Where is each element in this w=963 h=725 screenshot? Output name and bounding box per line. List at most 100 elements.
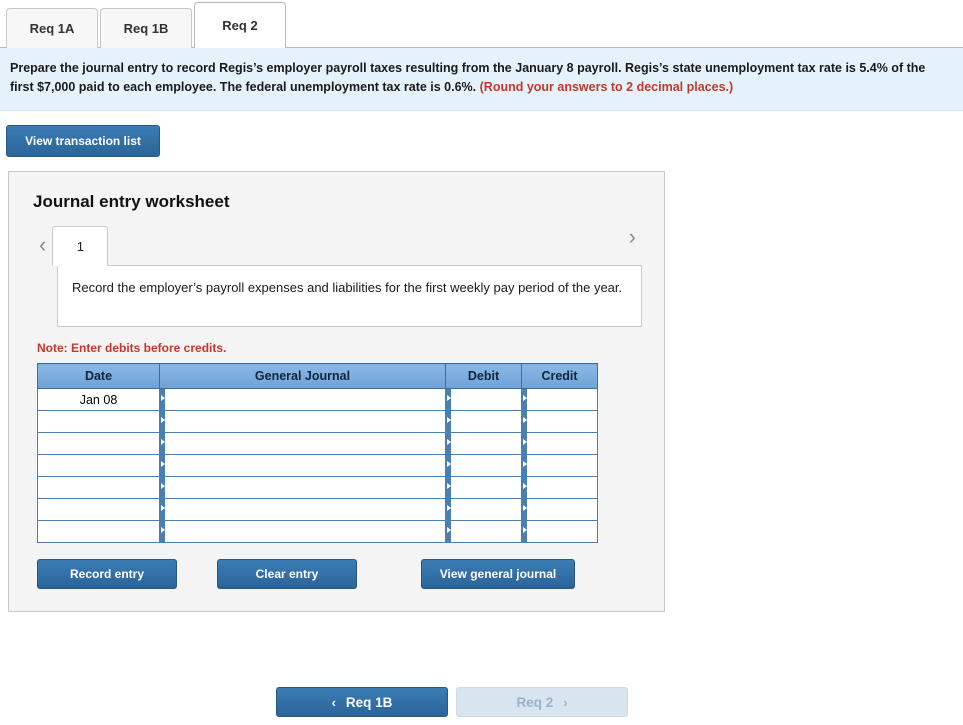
- previous-requirement-label: Req 1B: [345, 694, 393, 710]
- cell-debit-2[interactable]: [445, 410, 522, 433]
- column-header-debit: Debit: [445, 363, 522, 389]
- debit-dropdown-icon[interactable]: [446, 477, 451, 498]
- cell-account-7[interactable]: [159, 520, 446, 543]
- credit-dropdown-icon[interactable]: [522, 389, 527, 410]
- journal-entry-table: Date General Journal Debit Credit Jan 08: [37, 363, 598, 543]
- debit-dropdown-icon[interactable]: [446, 499, 451, 520]
- view-transaction-list-button[interactable]: View transaction list: [6, 125, 160, 157]
- credit-input-6[interactable]: [522, 499, 597, 520]
- account-input-3[interactable]: [160, 433, 445, 454]
- journal-entry-worksheet-panel: Journal entry worksheet ‹ 1 › Record the…: [8, 171, 665, 612]
- cell-date-2[interactable]: [37, 410, 160, 433]
- tab-req-1b[interactable]: Req 1B: [100, 8, 192, 48]
- cell-credit-4[interactable]: [521, 454, 598, 477]
- credit-input-1[interactable]: [522, 389, 597, 410]
- debit-dropdown-icon[interactable]: [446, 389, 451, 410]
- next-requirement-label: Req 2: [516, 694, 554, 710]
- view-general-journal-button[interactable]: View general journal: [421, 559, 575, 589]
- credit-dropdown-icon[interactable]: [522, 521, 527, 542]
- record-entry-label: Record entry: [69, 567, 145, 581]
- debit-input-7[interactable]: [446, 521, 521, 542]
- account-input-1[interactable]: [160, 389, 445, 410]
- cell-date-1[interactable]: Jan 08: [37, 388, 160, 411]
- cell-credit-5[interactable]: [521, 476, 598, 499]
- debit-input-4[interactable]: [446, 455, 521, 476]
- cell-account-1[interactable]: [159, 388, 446, 411]
- cell-date-3[interactable]: [37, 432, 160, 455]
- column-header-credit: Credit: [521, 363, 598, 389]
- prompt-rounding-note: (Round your answers to 2 decimal places.…: [479, 80, 734, 94]
- debit-input-3[interactable]: [446, 433, 521, 454]
- credit-input-2[interactable]: [522, 411, 597, 432]
- chevron-right-icon: ›: [563, 694, 568, 710]
- account-dropdown-icon[interactable]: [160, 455, 165, 476]
- account-dropdown-icon[interactable]: [160, 411, 165, 432]
- debit-input-5[interactable]: [446, 477, 521, 498]
- cell-account-5[interactable]: [159, 476, 446, 499]
- worksheet-description: Record the employer’s payroll expenses a…: [57, 265, 642, 327]
- cell-account-2[interactable]: [159, 410, 446, 433]
- cell-credit-3[interactable]: [521, 432, 598, 455]
- credit-input-5[interactable]: [522, 477, 597, 498]
- cell-account-3[interactable]: [159, 432, 446, 455]
- table-row: [37, 520, 598, 543]
- credit-dropdown-icon[interactable]: [522, 411, 527, 432]
- account-dropdown-icon[interactable]: [160, 499, 165, 520]
- credit-dropdown-icon[interactable]: [522, 477, 527, 498]
- debit-input-1[interactable]: [446, 389, 521, 410]
- debit-input-2[interactable]: [446, 411, 521, 432]
- table-row: Jan 08: [37, 388, 598, 411]
- cell-credit-2[interactable]: [521, 410, 598, 433]
- cell-credit-6[interactable]: [521, 498, 598, 521]
- clear-entry-label: Clear entry: [255, 567, 319, 581]
- account-dropdown-icon[interactable]: [160, 477, 165, 498]
- cell-account-4[interactable]: [159, 454, 446, 477]
- next-requirement-button[interactable]: Req 2 ›: [456, 687, 628, 717]
- cell-debit-6[interactable]: [445, 498, 522, 521]
- account-dropdown-icon[interactable]: [160, 433, 165, 454]
- cell-debit-5[interactable]: [445, 476, 522, 499]
- cell-debit-1[interactable]: [445, 388, 522, 411]
- record-entry-button[interactable]: Record entry: [37, 559, 177, 589]
- credit-dropdown-icon[interactable]: [522, 455, 527, 476]
- cell-debit-4[interactable]: [445, 454, 522, 477]
- previous-requirement-button[interactable]: ‹ Req 1B: [276, 687, 448, 717]
- cell-debit-7[interactable]: [445, 520, 522, 543]
- clear-entry-button[interactable]: Clear entry: [217, 559, 357, 589]
- debit-dropdown-icon[interactable]: [446, 455, 451, 476]
- column-header-general-journal: General Journal: [159, 363, 446, 389]
- worksheet-page-tab-1[interactable]: 1: [52, 226, 109, 266]
- account-dropdown-icon[interactable]: [160, 521, 165, 542]
- debit-dropdown-icon[interactable]: [446, 521, 451, 542]
- tab-req-2[interactable]: Req 2: [194, 2, 286, 48]
- debit-input-6[interactable]: [446, 499, 521, 520]
- question-prompt: Prepare the journal entry to record Regi…: [0, 48, 963, 111]
- cell-date-4[interactable]: [37, 454, 160, 477]
- account-input-6[interactable]: [160, 499, 445, 520]
- cell-credit-1[interactable]: [521, 388, 598, 411]
- cell-date-6[interactable]: [37, 498, 160, 521]
- tab-req-1b-label: Req 1B: [123, 21, 169, 36]
- credit-input-4[interactable]: [522, 455, 597, 476]
- account-input-4[interactable]: [160, 455, 445, 476]
- credit-input-7[interactable]: [522, 521, 597, 542]
- credit-dropdown-icon[interactable]: [522, 499, 527, 520]
- account-input-7[interactable]: [160, 521, 445, 542]
- cell-account-6[interactable]: [159, 498, 446, 521]
- debit-dropdown-icon[interactable]: [446, 433, 451, 454]
- account-input-2[interactable]: [160, 411, 445, 432]
- credit-dropdown-icon[interactable]: [522, 433, 527, 454]
- debits-before-credits-note: Note: Enter debits before credits.: [37, 341, 227, 355]
- debit-dropdown-icon[interactable]: [446, 411, 451, 432]
- tab-req-1a[interactable]: Req 1A: [6, 8, 98, 48]
- credit-input-3[interactable]: [522, 433, 597, 454]
- account-dropdown-icon[interactable]: [160, 389, 165, 410]
- cell-date-5[interactable]: [37, 476, 160, 499]
- cell-debit-3[interactable]: [445, 432, 522, 455]
- chevron-right-icon[interactable]: ›: [623, 226, 642, 258]
- requirement-footer-nav: ‹ Req 1B Req 2 ›: [276, 687, 628, 717]
- cell-date-7[interactable]: [37, 520, 160, 543]
- chevron-left-icon[interactable]: ‹: [33, 234, 52, 266]
- account-input-5[interactable]: [160, 477, 445, 498]
- cell-credit-7[interactable]: [521, 520, 598, 543]
